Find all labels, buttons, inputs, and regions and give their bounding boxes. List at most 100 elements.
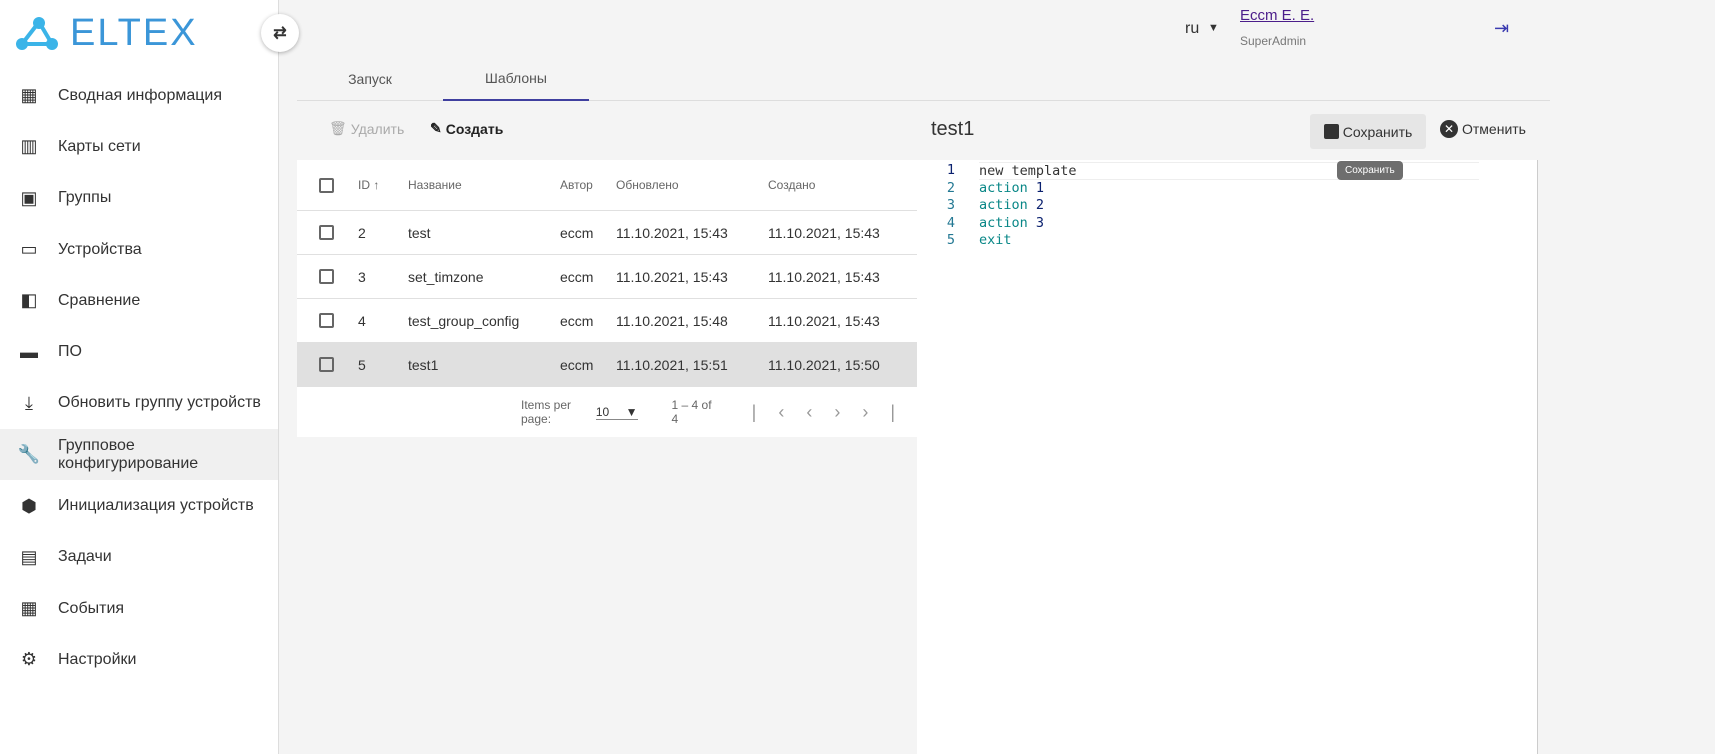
close-circle-icon: ✕ bbox=[1440, 120, 1458, 138]
sidebar-item[interactable]: ◧ Сравнение bbox=[0, 275, 278, 326]
logo-text: ELTEX bbox=[70, 12, 198, 54]
row-checkbox[interactable] bbox=[319, 269, 334, 284]
cell-updated: 11.10.2021, 15:51 bbox=[616, 356, 728, 373]
tab-templates[interactable]: Шаблоны bbox=[443, 57, 589, 101]
sidebar-item[interactable]: ▥ Карты сети bbox=[0, 121, 278, 172]
cell-name: set_timzone bbox=[408, 268, 484, 285]
line-number: 1 bbox=[946, 162, 955, 178]
row-checkbox[interactable] bbox=[319, 357, 334, 372]
download-box-icon: ⤓ bbox=[25, 392, 33, 413]
cell-updated: 11.10.2021, 15:43 bbox=[616, 224, 728, 241]
col-name[interactable]: Название bbox=[408, 178, 560, 192]
cell-id: 2 bbox=[358, 224, 366, 241]
caret-down-icon[interactable]: ▼ bbox=[1208, 22, 1219, 34]
code-number: 3 bbox=[1035, 214, 1045, 231]
sidebar-item[interactable]: ▤ Задачи bbox=[0, 532, 278, 583]
sidebar-item[interactable]: ▦ События bbox=[0, 583, 278, 634]
template-title: test1 bbox=[931, 118, 975, 140]
sidebar-item-label: Сравнение bbox=[58, 291, 141, 309]
table-row[interactable]: 5 test1 eccm 11.10.2021, 15:51 11.10.2021, 1… bbox=[297, 343, 917, 387]
cell-name: test1 bbox=[408, 356, 439, 373]
cell-author: eccm bbox=[560, 268, 594, 285]
pencil-icon: ✎ bbox=[430, 120, 442, 136]
create-button[interactable]: ✎ Создать bbox=[430, 120, 503, 137]
cell-created: 11.10.2021, 15:43 bbox=[768, 312, 880, 329]
sidebar-item[interactable]: 🔧 Групповое конфигурирование bbox=[0, 429, 278, 481]
cell-created: 11.10.2021, 15:43 bbox=[768, 268, 880, 285]
code-line: 1 new template bbox=[917, 162, 1537, 180]
delete-button[interactable]: 🗑 Удалить bbox=[329, 120, 404, 137]
sidebar: ELTEX ▦ Сводная информация ▥ Карты сети ▣ Гру… bbox=[0, 0, 279, 754]
sidebar-item[interactable]: ▭ Устройства bbox=[0, 224, 278, 275]
templates-table: ID ↑ Название Автор Обновлено Создано 2 t… bbox=[297, 160, 917, 437]
cancel-button[interactable]: ✕ Отменить bbox=[1440, 120, 1526, 138]
sidebar-item-label: Обновить группу устройств bbox=[58, 394, 261, 412]
col-id[interactable]: ID ↑ bbox=[358, 178, 408, 192]
row-checkbox[interactable] bbox=[319, 313, 334, 328]
col-author[interactable]: Автор bbox=[560, 178, 616, 192]
sidebar-item[interactable]: ▣ Группы bbox=[0, 173, 278, 224]
sidebar-item[interactable]: ⚙ Настройки bbox=[0, 634, 278, 685]
sidebar-item-label: События bbox=[58, 599, 125, 617]
select-all-checkbox[interactable] bbox=[319, 177, 334, 193]
sidebar-item-label: Настройки bbox=[58, 650, 137, 668]
range-label: 1 – 4 of 4 bbox=[671, 398, 712, 426]
col-updated[interactable]: Обновлено bbox=[616, 178, 768, 192]
code-line: 4 action 3 bbox=[917, 215, 1537, 233]
toolbar: 🗑 Удалить ✎ Создать test1 Сохранить ✕ Отмен… bbox=[297, 102, 1550, 160]
tab-launch[interactable]: Запуск bbox=[297, 57, 443, 101]
code-number: 2 bbox=[1035, 197, 1045, 213]
store-icon: ▬ bbox=[20, 341, 38, 362]
logout-icon[interactable]: ⇥ bbox=[1494, 18, 1514, 38]
code-line: 5 exit bbox=[917, 232, 1537, 250]
cell-created: 11.10.2021, 15:50 bbox=[768, 356, 880, 373]
sidebar-item[interactable]: ▬ ПО bbox=[0, 326, 278, 377]
cell-id: 3 bbox=[358, 268, 366, 285]
delete-label: Удалить bbox=[350, 120, 405, 137]
cell-name: test_group_config bbox=[408, 312, 520, 329]
clipboard-icon: ▤ bbox=[20, 546, 38, 567]
sidebar-item[interactable]: ⬢ Инициализация устройств bbox=[0, 480, 278, 531]
save-tooltip: Сохранить bbox=[1337, 161, 1403, 180]
floppy-icon bbox=[1323, 124, 1339, 139]
row-checkbox[interactable] bbox=[319, 225, 334, 240]
items-per-page-label: Items per page: bbox=[521, 398, 572, 426]
cell-created: 11.10.2021, 15:43 bbox=[768, 224, 880, 241]
page-nav-buttons[interactable]: |‹‹››| bbox=[752, 402, 917, 423]
map-icon: ▥ bbox=[20, 136, 38, 157]
page-size-select[interactable]: 10 ▼ bbox=[595, 404, 638, 420]
col-created[interactable]: Создано bbox=[768, 178, 815, 192]
cell-author: eccm bbox=[560, 356, 594, 373]
user-name-link[interactable]: Eccm E. E. bbox=[1240, 7, 1314, 24]
table-header: ID ↑ Название Автор Обновлено Создано bbox=[297, 160, 917, 211]
code-editor[interactable]: 1 new template 2 action 1 3 action 2 4 action … bbox=[917, 160, 1538, 754]
table-row[interactable]: 3 set_timzone eccm 11.10.2021, 15:43 11.10.2… bbox=[297, 255, 917, 299]
code-token: action bbox=[979, 197, 1028, 213]
cell-name: test bbox=[408, 224, 431, 241]
code-line: 3 action 2 bbox=[917, 197, 1537, 215]
sidebar-item-label: Групповое конфигурирование bbox=[58, 436, 199, 472]
sidebar-item[interactable]: ⤓ Обновить группу устройств bbox=[0, 378, 278, 429]
cell-id: 4 bbox=[358, 312, 366, 329]
line-number: 3 bbox=[946, 197, 955, 213]
table-row[interactable]: 4 test_group_config eccm 11.10.2021, 15:48 1… bbox=[297, 299, 917, 343]
devices-icon: ▭ bbox=[20, 239, 38, 260]
code-token: new template bbox=[979, 163, 1077, 179]
sidebar-item-label: Устройства bbox=[58, 240, 142, 258]
save-button[interactable]: Сохранить bbox=[1310, 114, 1426, 149]
calendar-icon: ▦ bbox=[20, 598, 38, 619]
last-page-icon: ›| bbox=[862, 401, 917, 422]
cell-updated: 11.10.2021, 15:43 bbox=[616, 268, 728, 285]
sidebar-item[interactable]: ▦ Сводная информация bbox=[0, 70, 278, 121]
caret-down-icon: ▼ bbox=[625, 404, 638, 419]
sidebar-item-label: Задачи bbox=[58, 548, 112, 566]
sidebar-item-label: Карты сети bbox=[58, 137, 141, 155]
eltex-logo: ELTEX bbox=[14, 12, 198, 55]
toggle-sidebar-button[interactable]: ⇄ bbox=[261, 14, 299, 52]
sidebar-item-label: Сводная информация bbox=[58, 86, 222, 104]
cell-author: eccm bbox=[560, 224, 594, 241]
language-select[interactable]: ru bbox=[1185, 20, 1199, 38]
table-row[interactable]: 2 test eccm 11.10.2021, 15:43 11.10.2021, 15… bbox=[297, 211, 917, 255]
line-number: 5 bbox=[946, 232, 955, 248]
trash-icon: 🗑 bbox=[329, 120, 347, 136]
